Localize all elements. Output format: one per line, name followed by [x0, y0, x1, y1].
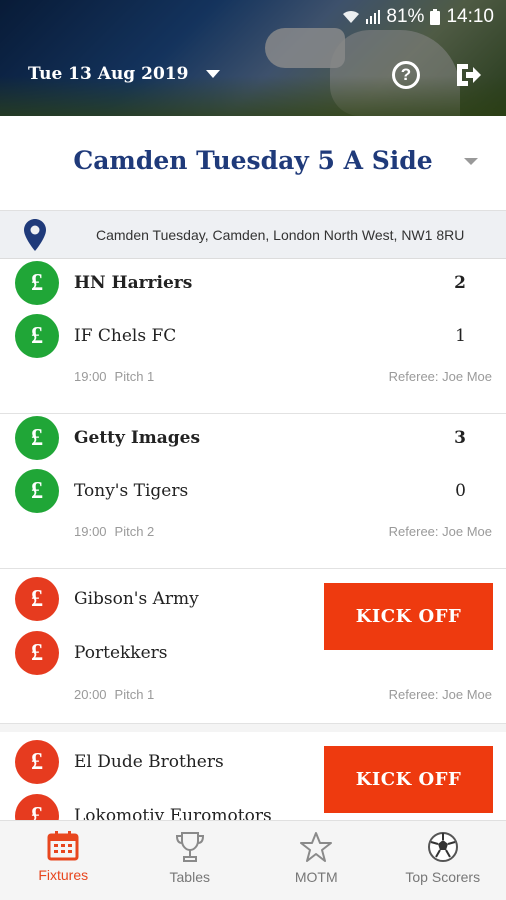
away-team-name: Lokomotiv Euromotors	[74, 806, 272, 820]
tab-label: MOTM	[294, 869, 338, 885]
team-icon: £	[15, 631, 59, 675]
bottom-tab-bar: Fixtures Tables MOTM Top Scorers	[0, 820, 506, 900]
away-team-name: Tony's Tigers	[74, 481, 189, 501]
venue-address: Camden Tuesday, Camden, London North Wes…	[96, 227, 465, 243]
home-team-row: £ HN Harriers 2	[0, 259, 506, 311]
location-pin-icon	[24, 219, 46, 251]
pitch-label: Pitch 2	[114, 524, 155, 539]
referee-label: Referee: Joe Moe	[388, 687, 492, 702]
fixture-meta: 19:00 Pitch 2	[74, 524, 154, 539]
home-team-name: Gibson's Army	[74, 589, 199, 609]
kickoff-time: 20:00	[74, 687, 107, 702]
league-title: Camden Tuesday 5 A Side	[73, 146, 433, 175]
fixture-card[interactable]: £ HN Harriers 2 £ IF Chels FC 1 19:00 Pi…	[0, 259, 506, 414]
team-icon: £	[15, 794, 59, 820]
team-icon: £	[15, 577, 59, 621]
home-score: 3	[454, 428, 466, 448]
fixture-list[interactable]: £ HN Harriers 2 £ IF Chels FC 1 19:00 Pi…	[0, 259, 506, 820]
status-bar: 81% 14:10	[342, 6, 494, 28]
kickoff-time: 19:00	[74, 369, 107, 384]
header-banner: 81% 14:10 Tue 13 Aug 2019 ?	[0, 0, 506, 116]
kick-off-button[interactable]: KICK OFF	[324, 583, 493, 650]
signal-icon	[366, 10, 381, 24]
home-score: 2	[454, 273, 466, 293]
referee-label: Referee: Joe Moe	[388, 524, 492, 539]
home-team-name: Getty Images	[74, 428, 201, 448]
chevron-down-icon	[206, 70, 221, 78]
tab-label: Top Scorers	[405, 869, 481, 885]
home-team-name: El Dude Brothers	[74, 752, 224, 772]
fixture-card[interactable]: £ Getty Images 3 £ Tony's Tigers 0 19:00…	[0, 414, 506, 569]
star-icon	[300, 832, 333, 862]
tab-label: Fixtures	[38, 867, 89, 883]
team-icon: £	[15, 261, 59, 305]
home-team-row: £ Getty Images 3	[0, 414, 506, 466]
away-team-row: £ Tony's Tigers 0	[0, 467, 506, 519]
clock: 14:10	[446, 6, 494, 27]
home-team-name: HN Harriers	[74, 273, 193, 293]
help-icon[interactable]: ?	[392, 61, 420, 89]
logout-icon[interactable]	[454, 61, 482, 89]
team-icon: £	[15, 740, 59, 784]
fixture-card[interactable]: £ El Dude Brothers £ Lokomotiv Euromotor…	[0, 724, 506, 820]
away-team-name: Portekkers	[74, 643, 168, 663]
date-label: Tue 13 Aug 2019	[28, 64, 189, 84]
battery-percent: 81%	[386, 6, 425, 27]
fixture-card[interactable]: £ Gibson's Army £ Portekkers KICK OFF 20…	[0, 569, 506, 724]
team-icon: £	[15, 416, 59, 460]
referee-label: Referee: Joe Moe	[388, 369, 492, 384]
tab-motm[interactable]: MOTM	[253, 821, 380, 900]
fixture-meta: 19:00 Pitch 1	[74, 369, 154, 384]
team-icon: £	[15, 469, 59, 513]
pitch-label: Pitch 1	[114, 687, 155, 702]
away-team-name: IF Chels FC	[74, 326, 177, 346]
fixture-meta: 20:00 Pitch 1	[74, 687, 154, 702]
tab-label: Tables	[169, 869, 210, 885]
tab-fixtures[interactable]: Fixtures	[0, 821, 127, 900]
venue-bar[interactable]: Camden Tuesday, Camden, London North Wes…	[0, 211, 506, 259]
chevron-down-icon	[464, 158, 478, 165]
calendar-icon	[47, 831, 79, 861]
away-score: 0	[455, 481, 466, 501]
team-icon: £	[15, 314, 59, 358]
kickoff-time: 19:00	[74, 524, 107, 539]
battery-icon	[430, 9, 441, 25]
away-score: 1	[455, 326, 466, 346]
league-selector[interactable]: Camden Tuesday 5 A Side	[0, 116, 506, 211]
date-selector[interactable]: Tue 13 Aug 2019	[28, 64, 221, 84]
wifi-icon	[343, 10, 360, 23]
pitch-label: Pitch 1	[114, 369, 155, 384]
trophy-icon	[175, 832, 204, 862]
kick-off-button[interactable]: KICK OFF	[324, 746, 493, 813]
tab-top-scorers[interactable]: Top Scorers	[380, 821, 506, 900]
football-icon	[427, 832, 458, 862]
tab-tables[interactable]: Tables	[127, 821, 254, 900]
away-team-row: £ IF Chels FC 1	[0, 312, 506, 364]
